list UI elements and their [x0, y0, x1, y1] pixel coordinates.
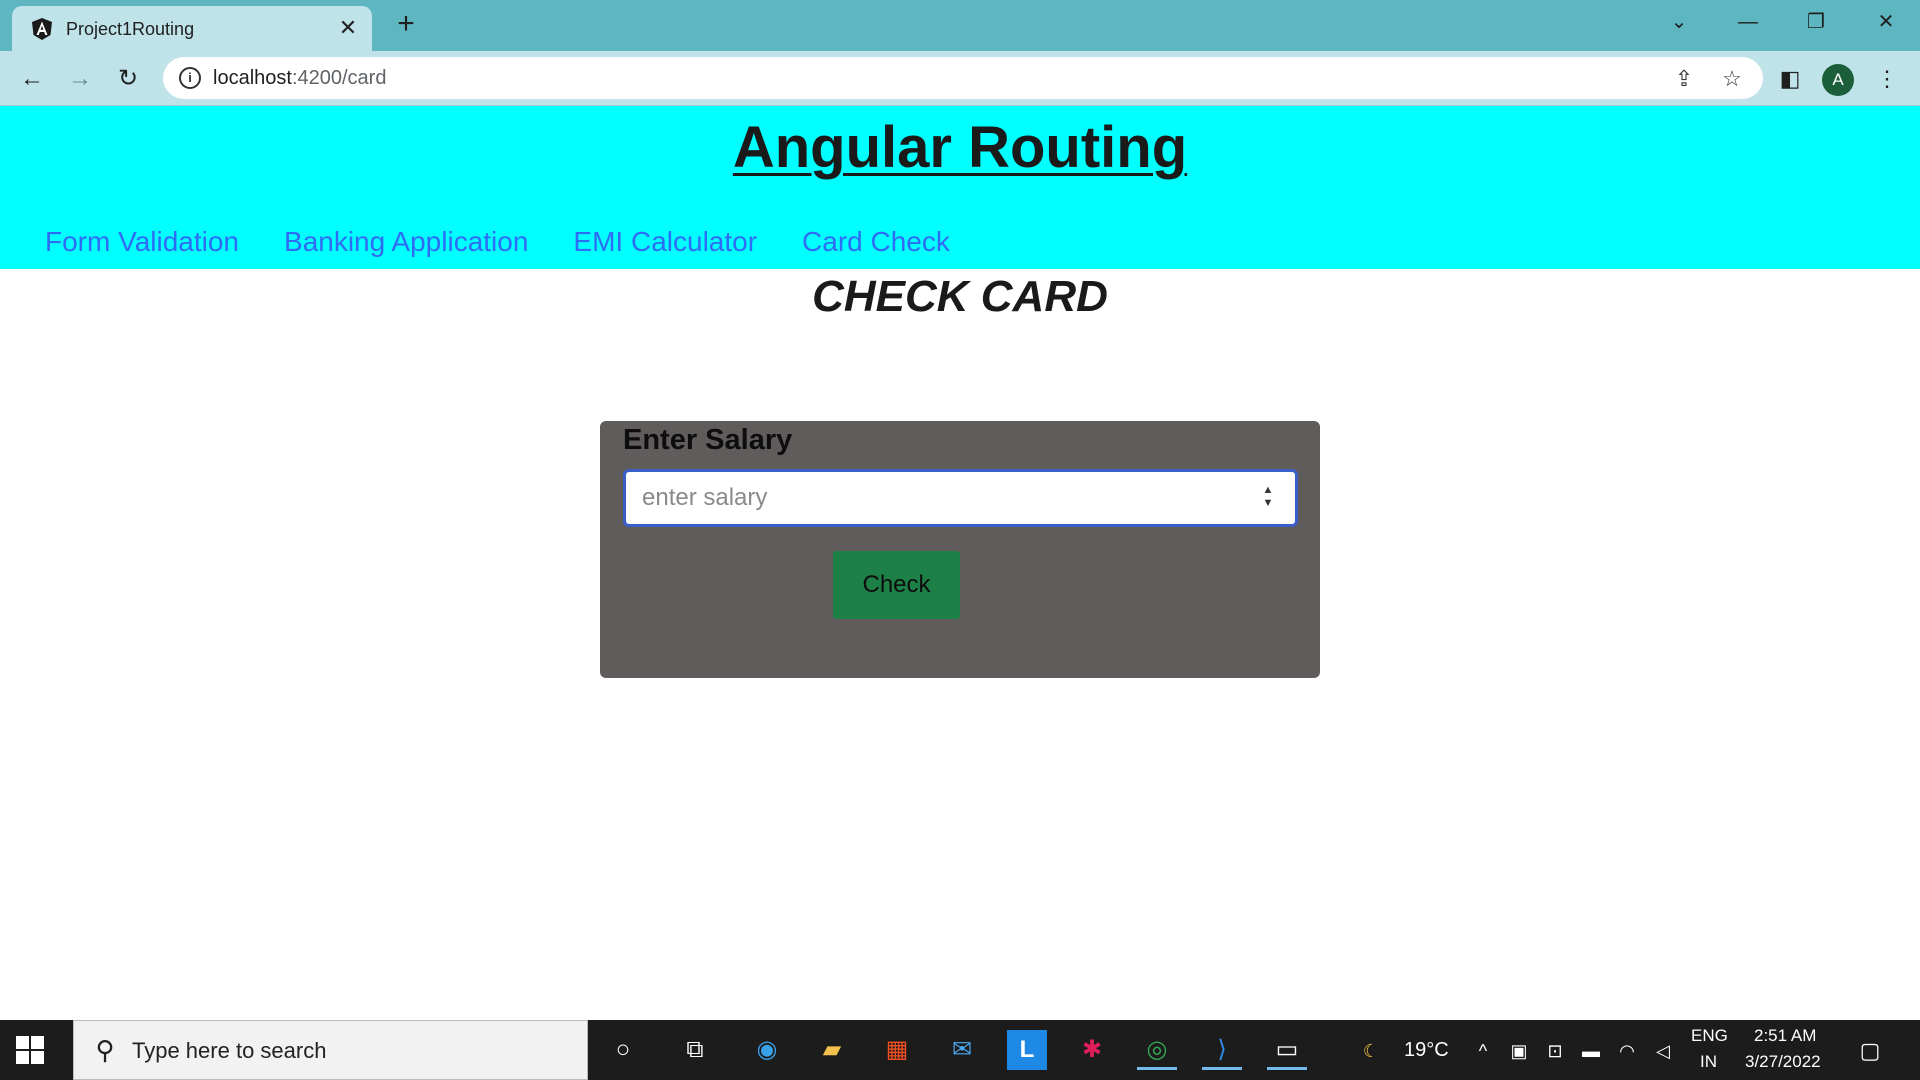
nav-link-form-validation[interactable]: Form Validation [45, 226, 239, 266]
page-header: Angular Routing Form Validation Banking … [0, 106, 1920, 269]
browser-tab-bar: Project1Routing ✕ + ⌄ — ❐ ✕ [0, 0, 1920, 51]
notifications-icon[interactable]: ▢ [1857, 1038, 1883, 1064]
browser-toolbar: ← → ↻ i localhost:4200/card ⇪ ☆ ◧ A ⋮ [0, 51, 1920, 106]
profile-avatar[interactable]: A [1822, 64, 1854, 96]
task-view-icon[interactable]: ⧉ [675, 1030, 715, 1070]
nav-link-banking-application[interactable]: Banking Application [284, 226, 528, 266]
nav-link-card-check[interactable]: Card Check [802, 226, 950, 266]
region-indicator[interactable]: IN [1700, 1052, 1717, 1072]
tab-close-icon[interactable]: ✕ [334, 14, 362, 42]
search-icon: ⚲ [95, 1035, 115, 1065]
tab-search-icon[interactable]: ⌄ [1655, 6, 1703, 38]
app-title: Angular Routing [732, 115, 1188, 180]
nav-link-emi-calculator[interactable]: EMI Calculator [573, 226, 757, 266]
web-page: Angular Routing Form Validation Banking … [0, 106, 1920, 1020]
meet-now-icon[interactable]: ▣ [1506, 1038, 1532, 1064]
vscode-icon[interactable]: ⟩ [1202, 1030, 1242, 1070]
side-panel-icon[interactable]: ◧ [1774, 63, 1806, 95]
new-tab-button[interactable]: + [390, 9, 422, 41]
terminal-icon[interactable]: ▭ [1267, 1030, 1307, 1070]
mail-icon[interactable]: ✉ [942, 1030, 982, 1070]
reload-icon[interactable]: ↻ [109, 60, 147, 98]
minimize-icon[interactable]: — [1724, 6, 1772, 38]
taskbar: ⚲ Type here to search ○ ⧉ ◉ ▰ ▦ ✉ L ✱ ◎ … [0, 1020, 1920, 1080]
check-button[interactable]: Check [833, 551, 960, 619]
number-spinner[interactable]: ▲ ▼ [1257, 484, 1279, 516]
page-title: CHECK CARD [812, 272, 1108, 321]
bookmark-star-icon[interactable]: ☆ [1719, 66, 1745, 92]
device-icon[interactable]: ⊡ [1542, 1038, 1568, 1064]
salary-label: Enter Salary [623, 424, 793, 456]
back-icon[interactable]: ← [13, 60, 51, 98]
salary-input[interactable] [623, 469, 1298, 527]
angular-icon [32, 18, 52, 40]
cortana-icon[interactable]: ○ [603, 1030, 643, 1070]
browser-tab[interactable]: Project1Routing ✕ [12, 6, 372, 51]
l-app-icon[interactable]: L [1007, 1030, 1047, 1070]
weather-icon[interactable]: ☾ [1358, 1038, 1384, 1064]
site-info-icon[interactable]: i [179, 67, 201, 89]
volume-icon[interactable]: ◁ [1650, 1038, 1676, 1064]
tray-chevron-icon[interactable]: ^ [1470, 1038, 1496, 1064]
address-bar[interactable]: i localhost:4200/card ⇪ ☆ [163, 57, 1763, 99]
clock-time[interactable]: 2:51 AM [1754, 1026, 1816, 1046]
battery-icon[interactable]: ▬ [1578, 1038, 1604, 1064]
forward-icon[interactable]: → [61, 60, 99, 98]
address-url[interactable]: localhost:4200/card [213, 67, 386, 90]
clock-date[interactable]: 3/27/2022 [1745, 1052, 1821, 1072]
taskbar-search-placeholder: Type here to search [132, 1038, 327, 1063]
chrome-icon[interactable]: ◎ [1137, 1030, 1177, 1070]
share-icon[interactable]: ⇪ [1671, 66, 1697, 92]
main-nav: Form Validation Banking Application EMI … [45, 226, 950, 266]
microsoft-store-icon[interactable]: ▦ [877, 1030, 917, 1070]
language-indicator[interactable]: ENG [1691, 1026, 1728, 1046]
window-close-icon[interactable]: ✕ [1862, 6, 1910, 38]
taskbar-search[interactable]: ⚲ Type here to search [73, 1020, 588, 1080]
windows-start-icon[interactable] [16, 1036, 44, 1064]
file-explorer-icon[interactable]: ▰ [812, 1030, 852, 1070]
weather-temp[interactable]: 19°C [1404, 1039, 1449, 1062]
restore-icon[interactable]: ❐ [1792, 6, 1840, 38]
tab-title: Project1Routing [66, 19, 195, 39]
edge-icon[interactable]: ◉ [747, 1030, 787, 1070]
wifi-icon[interactable]: ◠ [1614, 1038, 1640, 1064]
slack-icon[interactable]: ✱ [1072, 1030, 1112, 1070]
salary-form-card: Enter Salary ▲▼ Check [600, 421, 1320, 678]
browser-menu-icon[interactable]: ⋮ [1871, 63, 1903, 95]
